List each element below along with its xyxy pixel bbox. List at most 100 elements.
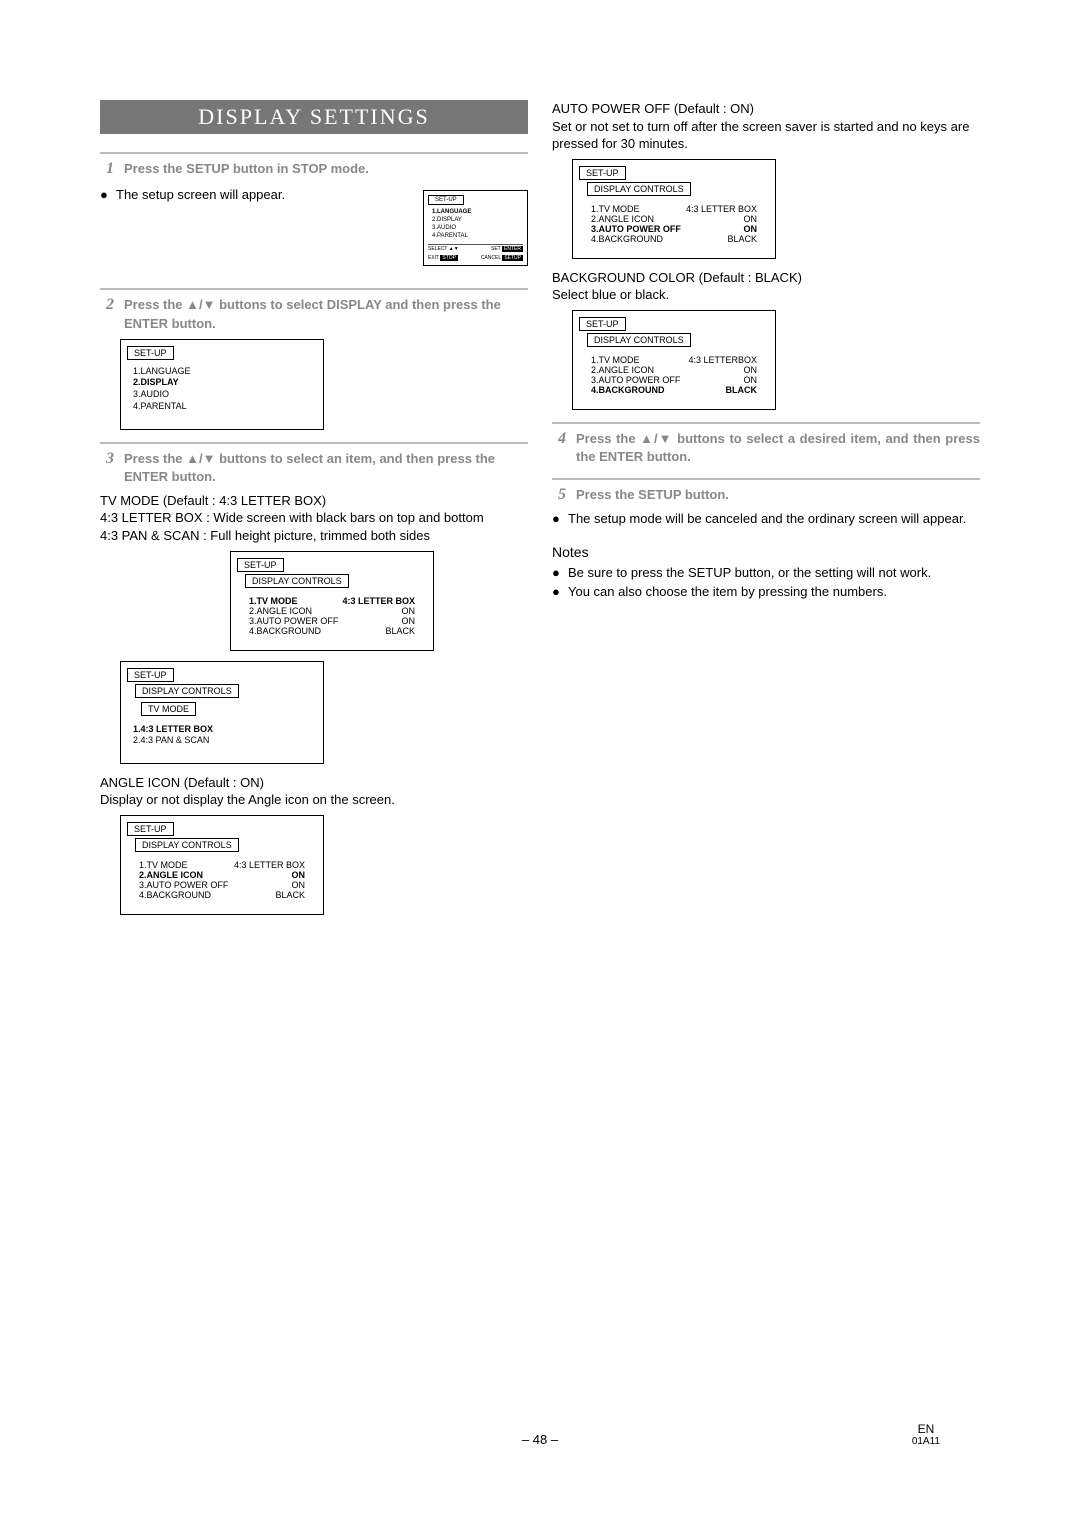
step-number: 3 [100, 450, 114, 468]
bullet-icon: ● [552, 510, 562, 528]
note-text: You can also choose the item by pressing… [568, 583, 887, 601]
angle-desc: Display or not display the Angle icon on… [100, 791, 528, 809]
osd-row-value: 4:3 LETTER BOX [234, 860, 305, 870]
footer-code: 01A11 [912, 1436, 940, 1447]
osd-row-label: 3.AUTO POWER OFF [591, 224, 681, 234]
osd-row-value: ON [402, 606, 416, 616]
step-text: Press the ▲/▼ buttons to select a desire… [576, 430, 980, 466]
step-number: 4 [552, 430, 566, 448]
osd-item: 2.DISPLAY [432, 217, 519, 225]
osd-row-label: 4.BACKGROUND [139, 890, 211, 900]
osd-row-label: 3.AUTO POWER OFF [139, 880, 228, 890]
cancel-text: The setup mode will be canceled and the … [568, 510, 966, 528]
note-item: ● You can also choose the item by pressi… [552, 583, 980, 601]
background-heading: BACKGROUND COLOR (Default : BLACK) [552, 269, 980, 287]
osd-display-controls-label: DISPLAY CONTROLS [587, 333, 691, 347]
step1-body-row: ● The setup screen will appear. SET-UP 1… [100, 184, 528, 276]
osd-row-value: ON [744, 365, 758, 375]
tvmode-desc-2: 4:3 PAN & SCAN : Full height picture, tr… [100, 527, 528, 545]
osd-row-value: 4:3 LETTER BOX [342, 596, 415, 606]
osd-background-screen: SET-UP DISPLAY CONTROLS 1.TV MODE 4:3 LET… [572, 310, 776, 410]
osd-row-value: BLACK [727, 234, 757, 244]
osd-screen-menu: SET-UP 1.LANGUAGE 2.DISPLAY 3.AUDIO 4.PA… [120, 339, 324, 430]
osd-footer: EXIT STOP CANCEL SETUP [428, 254, 523, 261]
osd-item: 1.LANGUAGE [133, 366, 311, 378]
osd-setup-label: SET-UP [237, 558, 284, 572]
osd-autopoweroff-screen: SET-UP DISPLAY CONTROLS 1.TV MODE 4:3 LET… [572, 159, 776, 259]
left-column: DISPLAY SETTINGS 1 Press the SETUP butto… [100, 100, 528, 925]
two-column-layout: DISPLAY SETTINGS 1 Press the SETUP butto… [100, 100, 980, 925]
osd-setup-label: SET-UP [127, 822, 174, 836]
osd-row-label: 2.ANGLE ICON [591, 214, 654, 224]
osd-row-value: 4:3 LETTERBOX [688, 355, 757, 365]
right-column: AUTO POWER OFF (Default : ON) Set or not… [552, 100, 980, 925]
section-title: DISPLAY SETTINGS [100, 100, 528, 134]
setup-appear-text: The setup screen will appear. [116, 186, 285, 204]
osd-row-value: ON [744, 214, 758, 224]
osd-display-controls-label: DISPLAY CONTROLS [135, 684, 239, 698]
osd-row-value: BLACK [726, 385, 758, 395]
tvmode-heading: TV MODE (Default : 4:3 LETTER BOX) [100, 492, 528, 510]
osd-setup-label: SET-UP [579, 166, 626, 180]
footer-lang: EN [912, 1422, 940, 1436]
step-number: 5 [552, 486, 566, 504]
osd-angle-screen: SET-UP DISPLAY CONTROLS 1.TV MODE 4:3 LET… [120, 815, 324, 915]
bullet-icon: ● [552, 564, 562, 582]
osd-setup-label: SET-UP [127, 668, 174, 682]
note-item: ● Be sure to press the SETUP button, or … [552, 564, 980, 582]
osd-item: 3.AUDIO [133, 389, 311, 401]
osd-option: 2.4:3 PAN & SCAN [133, 735, 311, 747]
step-2: 2 Press the ▲/▼ buttons to select DISPLA… [100, 288, 528, 332]
osd-row-label: 1.TV MODE [139, 860, 188, 870]
osd-row-label: 4.BACKGROUND [591, 385, 665, 395]
osd-row-label: 1.TV MODE [591, 204, 640, 214]
step-5: 5 Press the SETUP button. [552, 478, 980, 504]
osd-row-label: 2.ANGLE ICON [591, 365, 654, 375]
osd-row-value: ON [402, 616, 416, 626]
background-desc: Select blue or black. [552, 286, 980, 304]
osd-screen-small: SET-UP 1.LANGUAGE 2.DISPLAY 3.AUDIO 4.PA… [423, 190, 528, 266]
osd-item: 1.LANGUAGE [432, 209, 519, 217]
osd-row-value: 4:3 LETTER BOX [686, 204, 757, 214]
step-text: Press the SETUP button in STOP mode. [124, 160, 528, 178]
tvmode-desc-1: 4:3 LETTER BOX : Wide screen with black … [100, 509, 528, 527]
osd-footer: SELECT ▲▼ SET ENTER [428, 244, 523, 252]
osd-item-highlight: 2.DISPLAY [133, 377, 311, 389]
osd-row-value: ON [744, 224, 758, 234]
bullet-icon: ● [552, 583, 562, 601]
step-1: 1 Press the SETUP button in STOP mode. [100, 152, 528, 178]
osd-tvmode-submenu: SET-UP DISPLAY CONTROLS TV MODE 1.4:3 LE… [120, 661, 324, 764]
osd-item: 4.PARENTAL [432, 233, 519, 241]
osd-row-label: 1.TV MODE [591, 355, 640, 365]
notes-heading: Notes [552, 544, 980, 560]
osd-display-controls-label: DISPLAY CONTROLS [135, 838, 239, 852]
osd-display-controls: SET-UP DISPLAY CONTROLS 1.TV MODE 4:3 LET… [230, 551, 434, 651]
osd-setup-label: SET-UP [579, 317, 626, 331]
osd-row-label: 4.BACKGROUND [249, 626, 321, 636]
step-text: Press the SETUP button. [576, 486, 980, 504]
autopoweroff-heading: AUTO POWER OFF (Default : ON) [552, 100, 980, 118]
osd-row-label: 2.ANGLE ICON [249, 606, 312, 616]
autopoweroff-desc: Set or not set to turn off after the scr… [552, 118, 980, 153]
step-number: 1 [100, 160, 114, 178]
osd-row-label: 1.TV MODE [249, 596, 298, 606]
osd-row-label: 3.AUTO POWER OFF [591, 375, 680, 385]
osd-option: 1.4:3 LETTER BOX [133, 724, 311, 736]
osd-row-label: 3.AUTO POWER OFF [249, 616, 338, 626]
footer-right: EN 01A11 [912, 1422, 940, 1447]
osd-row-value: ON [292, 870, 306, 880]
bullet-text: ● The setup screen will appear. [100, 186, 411, 204]
osd-display-controls-label: DISPLAY CONTROLS [245, 574, 349, 588]
osd-display-controls-label: DISPLAY CONTROLS [587, 182, 691, 196]
osd-tvmode-label: TV MODE [141, 702, 196, 716]
osd-row-value: BLACK [275, 890, 305, 900]
step-4: 4 Press the ▲/▼ buttons to select a desi… [552, 422, 980, 466]
osd-row-value: BLACK [385, 626, 415, 636]
note-text: Be sure to press the SETUP button, or th… [568, 564, 931, 582]
osd-item: 4.PARENTAL [133, 401, 311, 413]
step-text: Press the ▲/▼ buttons to select an item,… [124, 450, 528, 486]
osd-row-label: 2.ANGLE ICON [139, 870, 203, 880]
step-3: 3 Press the ▲/▼ buttons to select an ite… [100, 442, 528, 486]
bullet-icon: ● [100, 186, 110, 204]
osd-row-value: ON [292, 880, 306, 890]
